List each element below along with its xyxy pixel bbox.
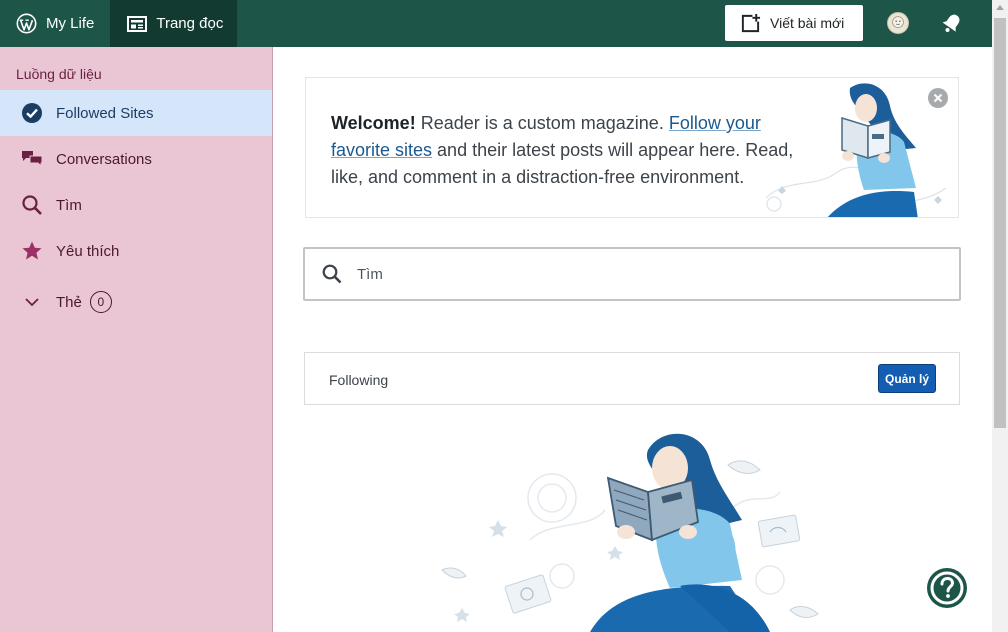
tags-count-badge: 0 — [89, 291, 112, 313]
conversations-icon — [21, 148, 43, 170]
sidebar-item-followed-sites[interactable]: Followed Sites — [0, 90, 272, 136]
sidebar-item-conversations[interactable]: Conversations — [0, 136, 272, 182]
search-input[interactable] — [357, 265, 917, 283]
reader-label: Trang đọc — [156, 15, 224, 32]
help-question-icon — [930, 571, 964, 605]
checkmark-circle-icon — [21, 102, 43, 124]
sidebar-item-search[interactable]: Tìm — [0, 182, 272, 228]
welcome-banner: Welcome! Reader is a custom magazine. Fo… — [305, 77, 959, 218]
star-icon — [21, 240, 43, 262]
search-field-container[interactable] — [303, 247, 961, 301]
sidebar-item-label: Yêu thích — [56, 242, 120, 260]
avatar[interactable] — [887, 12, 909, 34]
close-icon — [933, 93, 943, 103]
scrollbar-thumb[interactable] — [994, 18, 1006, 428]
following-panel: Following Quản lý — [304, 352, 960, 405]
sidebar-item-label: Followed Sites — [56, 104, 154, 122]
my-site-label: My Life — [46, 15, 95, 32]
manage-following-button[interactable]: Quản lý — [878, 364, 936, 393]
notifications-bell-icon[interactable] — [941, 12, 963, 34]
sidebar-heading: Luồng dữ liệu — [16, 66, 102, 82]
avatar-image — [892, 16, 904, 28]
close-banner-button[interactable] — [928, 88, 948, 108]
search-icon — [322, 264, 342, 284]
my-site-button[interactable]: My Life — [0, 0, 110, 47]
sidebar: Luồng dữ liệu Followed Sites Conversatio… — [0, 47, 273, 632]
write-post-icon — [741, 13, 761, 32]
sidebar-item-likes[interactable]: Yêu thích — [0, 228, 272, 274]
sidebar-item-tags[interactable]: Thẻ 0 — [0, 279, 272, 325]
search-icon — [21, 194, 43, 216]
welcome-bold: Welcome! — [331, 113, 416, 133]
sidebar-item-label: Conversations — [56, 150, 152, 168]
empty-state-reading-illustration — [441, 433, 819, 632]
welcome-text-1: Reader is a custom magazine. — [415, 113, 669, 133]
scroll-up-arrow-icon[interactable] — [996, 5, 1004, 10]
help-button[interactable] — [927, 568, 967, 608]
following-label: Following — [329, 372, 389, 388]
sidebar-item-label: Thẻ — [56, 293, 82, 311]
write-post-button[interactable]: Viết bài mới — [725, 5, 863, 41]
reader-button[interactable]: Trang đọc — [110, 0, 238, 47]
sidebar-item-label: Tìm — [56, 196, 82, 214]
write-post-label: Viết bài mới — [770, 15, 845, 31]
chevron-down-icon — [21, 291, 43, 313]
wordpress-icon — [16, 13, 37, 34]
welcome-message: Welcome! Reader is a custom magazine. Fo… — [331, 110, 801, 191]
scrollbar[interactable] — [992, 0, 1008, 632]
reader-icon — [127, 15, 148, 32]
